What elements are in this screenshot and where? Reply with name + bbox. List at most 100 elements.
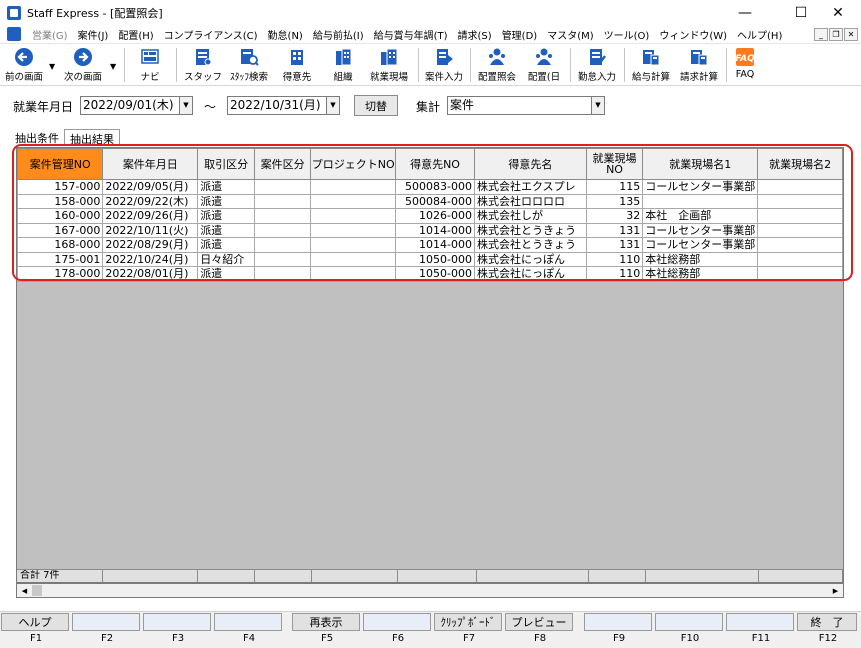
results-grid[interactable]: 案件管理NO 案件年月日 取引区分 案件区分 プロジェクトNO 得意先NO 得意… [16, 147, 844, 583]
toolbar-staff-button[interactable]: スタッフ [184, 47, 222, 85]
cell-customer-no[interactable]: 500083-000 [395, 179, 475, 195]
cell-worksite-no[interactable]: 110 [585, 266, 644, 282]
toolbar-faq-button[interactable]: FAQ FAQ [730, 47, 760, 85]
fkey-f8[interactable]: プレビュー F8 [505, 613, 575, 648]
cell-customer-name[interactable]: 株式会社とうきょう [473, 237, 587, 253]
cell-customer-no[interactable]: 1026-000 [395, 208, 475, 224]
f2-button[interactable] [72, 613, 140, 631]
cell-worksite-name2[interactable] [757, 179, 843, 195]
cell-case-type[interactable] [254, 266, 312, 282]
cell-worksite-no[interactable]: 115 [585, 179, 644, 195]
cell-customer-no[interactable]: 1050-000 [395, 251, 475, 267]
cell-worksite-name1[interactable]: コールセンター事業部 [642, 237, 759, 253]
menu-placement[interactable]: 配置(H) [113, 27, 158, 42]
cell-case-type[interactable] [254, 179, 312, 195]
tab-extract-results[interactable]: 抽出結果 [64, 129, 120, 146]
table-row[interactable]: 175-001 2022/10/24(月) 日々紹介 1050-000 株式会社… [17, 251, 843, 267]
forward-dropdown-icon[interactable]: ▼ [110, 62, 116, 71]
cell-worksite-name1[interactable]: 本社総務部 [642, 266, 759, 282]
cell-case-no[interactable]: 168-000 [17, 237, 104, 253]
chevron-down-icon[interactable]: ▼ [326, 97, 339, 114]
fkey-f2[interactable]: F2 [72, 613, 142, 648]
cell-project-no[interactable] [310, 237, 397, 253]
mdi-close-button[interactable]: ✕ [844, 28, 858, 41]
cell-project-no[interactable] [310, 208, 397, 224]
f6-button[interactable] [363, 613, 431, 631]
fkey-f1[interactable]: ヘルプ F1 [1, 613, 71, 648]
menu-window[interactable]: ウィンドウ(W) [654, 27, 732, 42]
date-to-select[interactable]: 2022/10/31(月) ▼ [227, 96, 340, 115]
cell-case-date[interactable]: 2022/08/01(月) [102, 266, 199, 282]
cell-worksite-name1[interactable]: 本社 企画部 [642, 208, 759, 224]
table-row[interactable]: 178-000 2022/08/01(月) 派遣 1050-000 株式会社にっ… [17, 266, 843, 282]
menu-management[interactable]: 管理(D) [497, 27, 543, 42]
minimize-button[interactable]: — [722, 0, 768, 25]
cell-worksite-name1[interactable]: コールセンター事業部 [642, 222, 759, 238]
cell-customer-name[interactable]: 株式会社にっぽん [473, 266, 587, 282]
cell-worksite-no[interactable]: 135 [585, 193, 644, 209]
toolbar-placement-inquiry-button[interactable]: 配置照会 [474, 47, 520, 85]
toolbar-placement-daily-button[interactable]: 配置(日 [524, 47, 564, 85]
cell-customer-name[interactable]: 株式会社ロロロロ [473, 193, 587, 209]
cell-transaction-type[interactable]: 派遣 [197, 193, 256, 209]
menu-salary-bonus[interactable]: 給与賞与年調(T) [369, 27, 453, 42]
toolbar-worksite-button[interactable]: 就業現場 [366, 47, 412, 85]
menu-master[interactable]: マスタ(M) [542, 27, 598, 42]
horizontal-scrollbar[interactable]: ◀ ▶ [16, 583, 844, 598]
table-row[interactable]: 160-000 2022/09/26(月) 派遣 1026-000 株式会社しが… [17, 208, 843, 224]
fkey-f10[interactable]: F10 [655, 613, 725, 648]
cell-worksite-name2[interactable] [757, 237, 843, 253]
column-header-worksite-name1[interactable]: 就業現場名1 [642, 148, 759, 180]
column-header-transaction-type[interactable]: 取引区分 [197, 148, 256, 180]
f3-button[interactable] [143, 613, 211, 631]
cell-case-type[interactable] [254, 208, 312, 224]
cell-project-no[interactable] [310, 251, 397, 267]
toolbar-billing-button[interactable]: 請求計算 [676, 47, 722, 85]
column-header-worksite-no[interactable]: 就業現場NO [585, 148, 644, 180]
scrollbar-thumb[interactable] [32, 585, 42, 596]
cell-customer-name[interactable]: 株式会社とうきょう [473, 222, 587, 238]
cell-transaction-type[interactable]: 派遣 [197, 266, 256, 282]
cell-project-no[interactable] [310, 179, 397, 195]
toolbar-attendance-entry-button[interactable]: 勤怠入力 [574, 47, 620, 85]
mdi-minimize-button[interactable]: _ [814, 28, 828, 41]
cell-customer-no[interactable]: 500084-000 [395, 193, 475, 209]
fkey-f6[interactable]: F6 [363, 613, 433, 648]
toolbar-navi-button[interactable]: ナビ [132, 47, 168, 85]
cell-transaction-type[interactable]: 派遣 [197, 222, 256, 238]
menu-attendance[interactable]: 勤怠(N) [263, 27, 308, 42]
cell-transaction-type[interactable]: 派遣 [197, 208, 256, 224]
cell-worksite-name1[interactable]: コールセンター事業部 [642, 179, 759, 195]
f9-button[interactable] [584, 613, 652, 631]
table-row[interactable]: 157-000 2022/09/05(月) 派遣 500083-000 株式会社… [17, 179, 843, 195]
close-window-button[interactable]: ✕ [815, 0, 861, 25]
switch-button[interactable]: 切替 [354, 95, 398, 116]
fkey-f9[interactable]: F9 [584, 613, 654, 648]
cell-transaction-type[interactable]: 派遣 [197, 237, 256, 253]
toolbar-case-entry-button[interactable]: 案件入力 [422, 47, 466, 85]
cell-project-no[interactable] [310, 193, 397, 209]
column-header-case-no[interactable]: 案件管理NO [17, 148, 104, 180]
cell-customer-name[interactable]: 株式会社しが [473, 208, 587, 224]
table-row[interactable]: 168-000 2022/08/29(月) 派遣 1014-000 株式会社とう… [17, 237, 843, 253]
cell-case-type[interactable] [254, 222, 312, 238]
toolbar-back-button[interactable]: 前の画面 [3, 47, 45, 85]
cell-case-date[interactable]: 2022/08/29(月) [102, 237, 199, 253]
cell-worksite-name1[interactable] [642, 193, 759, 209]
toolbar-forward-button[interactable]: 次の画面 [60, 47, 106, 85]
cell-customer-name[interactable]: 株式会社エクスプレ [473, 179, 587, 195]
cell-case-date[interactable]: 2022/10/11(火) [102, 222, 199, 238]
cell-customer-name[interactable]: 株式会社にっぽん [473, 251, 587, 267]
table-row[interactable]: 158-000 2022/09/22(木) 派遣 500084-000 株式会社… [17, 193, 843, 209]
cell-worksite-name2[interactable] [757, 208, 843, 224]
fkey-f11[interactable]: F11 [726, 613, 796, 648]
date-from-select[interactable]: 2022/09/01(木) ▼ [80, 96, 193, 115]
cell-project-no[interactable] [310, 222, 397, 238]
cell-case-date[interactable]: 2022/09/26(月) [102, 208, 199, 224]
cell-worksite-name1[interactable]: 本社総務部 [642, 251, 759, 267]
cell-case-type[interactable] [254, 251, 312, 267]
cell-case-no[interactable]: 175-001 [17, 251, 104, 267]
preview-button[interactable]: プレビュー [505, 613, 573, 631]
fkey-f12[interactable]: 終 了 F12 [797, 613, 859, 648]
cell-case-no[interactable]: 178-000 [17, 266, 104, 282]
